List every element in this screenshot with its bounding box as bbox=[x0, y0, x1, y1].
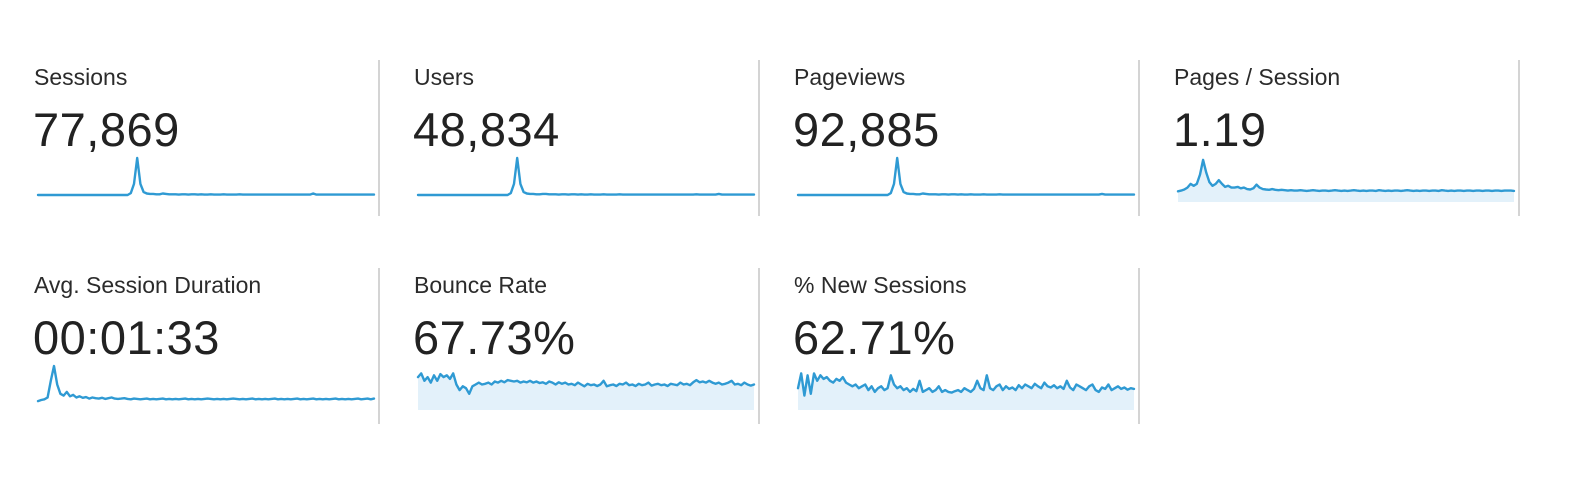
metric-value: 77,869 bbox=[33, 103, 180, 156]
metric-card-pageviews[interactable]: Pageviews 92,885 bbox=[760, 60, 1140, 218]
metric-value: 00:01:33 bbox=[33, 311, 220, 364]
metric-label: Avg. Session Duration bbox=[34, 272, 262, 298]
metrics-overview: Sessions 77,869 Users 48,834 Pageviews 9… bbox=[0, 0, 1577, 495]
sparkline-line bbox=[796, 156, 1136, 197]
sparkline-line bbox=[36, 156, 376, 197]
metric-value: 48,834 bbox=[413, 103, 560, 156]
sparkline bbox=[36, 156, 376, 197]
sparkline-area bbox=[1178, 159, 1514, 202]
sparkline bbox=[796, 372, 1136, 410]
metric-card-users[interactable]: Users 48,834 bbox=[380, 60, 760, 218]
metric-card-avg-session-duration[interactable]: Avg. Session Duration 00:01:33 bbox=[0, 268, 380, 426]
metric-card-new-sessions[interactable]: % New Sessions 62.71% bbox=[760, 268, 1140, 426]
metric-value: 92,885 bbox=[793, 103, 940, 156]
metric-value: 62.71% bbox=[793, 311, 956, 364]
sparkline bbox=[36, 364, 376, 403]
sparkline-line bbox=[1176, 158, 1516, 193]
sparkline bbox=[1176, 158, 1516, 202]
sparkline-area bbox=[798, 373, 1134, 410]
sparkline-line bbox=[36, 364, 376, 403]
sparkline bbox=[416, 372, 756, 410]
metric-label: Users bbox=[414, 64, 475, 90]
sparkline-line bbox=[416, 156, 756, 197]
metric-label: Sessions bbox=[34, 64, 128, 90]
sparkline bbox=[796, 156, 1136, 197]
metric-label: Bounce Rate bbox=[414, 272, 547, 298]
metric-value: 1.19 bbox=[1173, 103, 1267, 156]
metric-label: % New Sessions bbox=[794, 272, 967, 298]
metric-card-bounce-rate[interactable]: Bounce Rate 67.73% bbox=[380, 268, 760, 426]
sparkline bbox=[416, 156, 756, 197]
metric-label: Pageviews bbox=[794, 64, 906, 90]
metric-value: 67.73% bbox=[413, 311, 576, 364]
metric-card-pages-per-session[interactable]: Pages / Session 1.19 bbox=[1140, 60, 1520, 218]
metric-label: Pages / Session bbox=[1174, 64, 1341, 90]
metric-card-sessions[interactable]: Sessions 77,869 bbox=[0, 60, 380, 218]
